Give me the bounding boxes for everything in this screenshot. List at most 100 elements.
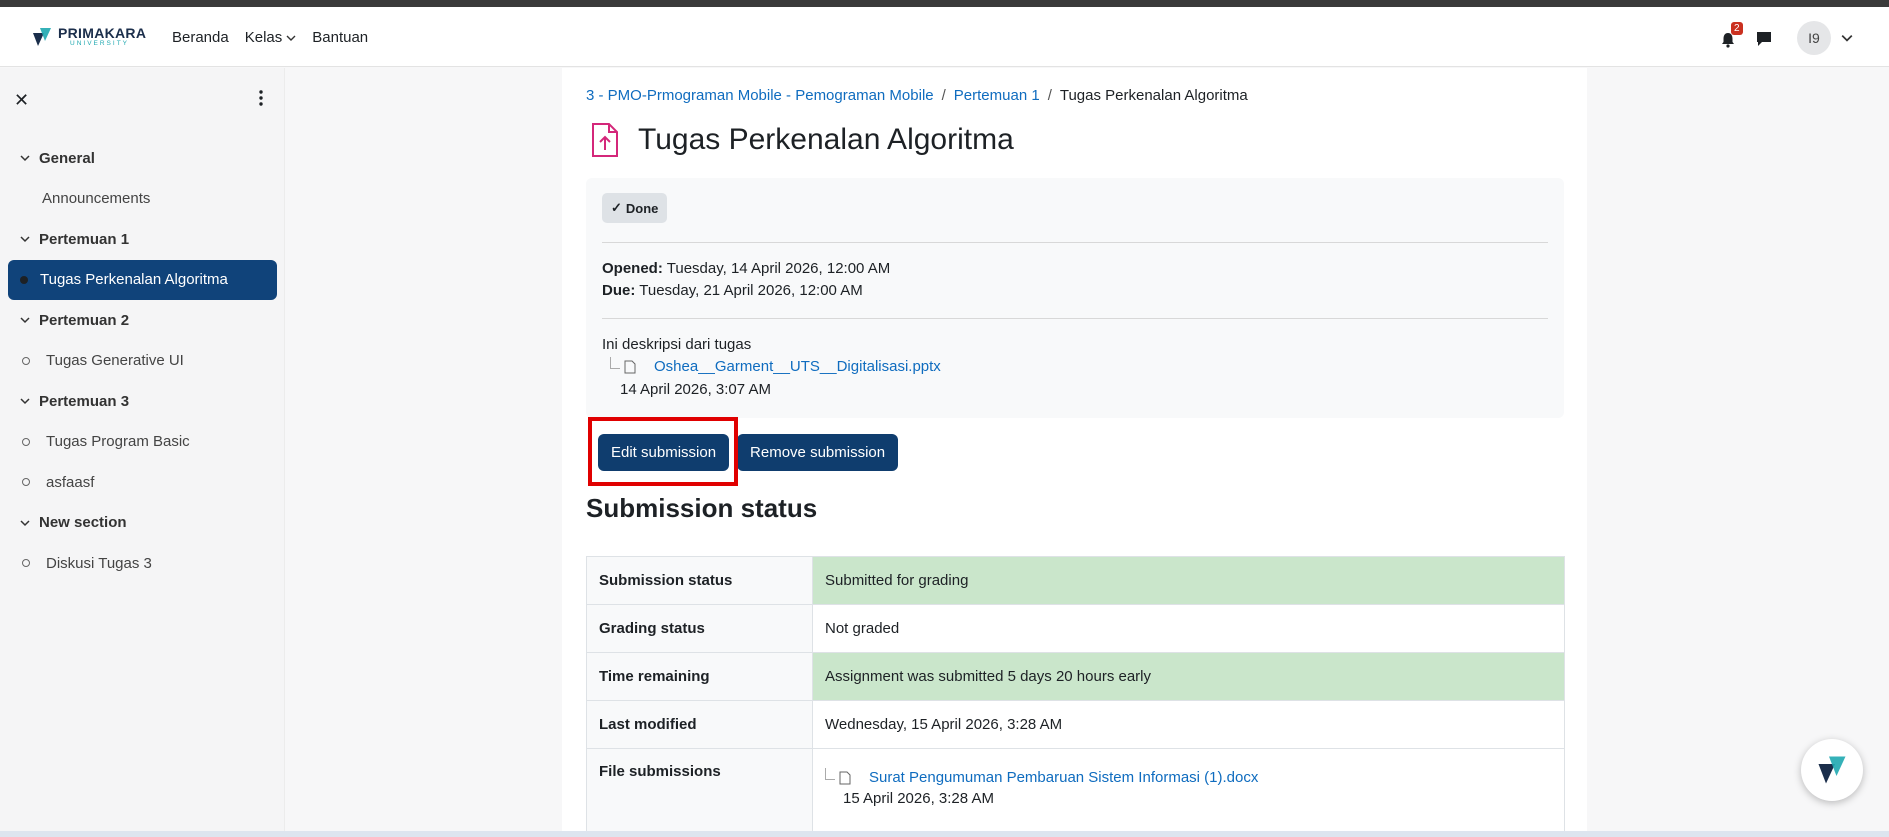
attachment-date: 14 April 2026, 3:07 AM [620, 381, 771, 398]
notification-badge: 2 [1731, 22, 1743, 35]
primakara-logo-icon [1818, 756, 1846, 784]
course-item-tugas-generative-ui[interactable]: Tugas Generative UI [0, 341, 285, 382]
section-title: New section [39, 514, 127, 532]
nav-home[interactable]: Beranda [172, 29, 229, 46]
course-item-tugas-perkenalan-algoritma[interactable]: Tugas Perkenalan Algoritma [8, 259, 277, 300]
divider [602, 318, 1548, 319]
completion-dot-icon [20, 275, 28, 284]
chevron-down-icon[interactable] [20, 234, 30, 244]
opened-label: Opened: [602, 260, 663, 277]
section-pertemuan-2[interactable]: Pertemuan 2 [0, 300, 285, 341]
check-icon: ✓ [611, 200, 622, 215]
navbar: PRIMAKARA UNIVERSITY Beranda Kelas Bantu… [0, 7, 1889, 67]
item-label: Tugas Perkenalan Algoritma [40, 271, 228, 289]
table-row: Last modified Wednesday, 15 April 2026, … [586, 700, 1565, 749]
course-item-tugas-program-basic[interactable]: Tugas Program Basic [0, 422, 285, 463]
due-label: Due: [602, 282, 636, 299]
logo-name: PRIMAKARA [58, 25, 147, 42]
completion-label: Done [625, 200, 659, 216]
chevron-down-icon[interactable] [20, 518, 30, 528]
tree-connector [610, 356, 620, 369]
nav-classes-label: Kelas [244, 29, 283, 46]
notifications-button[interactable]: 2 [1719, 22, 1743, 49]
chevron-down-icon [286, 35, 296, 41]
submitted-file-link[interactable]: Surat Pengumuman Pembaruan Sistem Inform… [869, 769, 1258, 786]
row-value: Assignment was submitted 5 days 20 hours… [812, 652, 1565, 701]
table-row: Time remaining Assignment was submitted … [586, 652, 1565, 701]
divider [602, 242, 1548, 243]
course-index-drawer: ✕ General Announcements Pertemuan 1 Tuga… [0, 68, 285, 837]
breadcrumb-section-link[interactable]: Pertemuan 1 [954, 87, 1040, 104]
logo-sub: UNIVERSITY [70, 40, 130, 48]
row-value: Wednesday, 15 April 2026, 3:28 AM [812, 700, 1565, 749]
course-item-diskusi-tugas-3[interactable]: Diskusi Tugas 3 [0, 543, 285, 584]
submitted-file-date: 15 April 2026, 3:28 AM [843, 790, 994, 807]
table-row: File submissions Surat Pengumuman Pembar… [586, 748, 1565, 837]
incomplete-circle-icon [22, 559, 30, 568]
top-strip [0, 0, 1889, 7]
activity-info: ✓ Done Opened: Tuesday, 14 April 2026, 1… [586, 178, 1564, 418]
section-new-section[interactable]: New section [0, 503, 285, 544]
chevron-down-icon[interactable] [20, 315, 30, 325]
close-drawer-button[interactable]: ✕ [14, 90, 29, 111]
chevron-down-icon[interactable] [20, 396, 30, 406]
section-title: General [39, 149, 95, 167]
page-bottom-edge [0, 831, 1889, 837]
assignment-upload-icon [592, 123, 618, 157]
course-index: General Announcements Pertemuan 1 Tugas … [0, 138, 285, 584]
incomplete-circle-icon [22, 356, 30, 365]
row-value: Submitted for grading [812, 556, 1565, 605]
section-title: Pertemuan 3 [39, 392, 130, 410]
section-general[interactable]: General [0, 138, 285, 179]
breadcrumb-course-link[interactable]: 3 - PMO-Prmograman Mobile - Pemograman M… [586, 87, 934, 104]
attachment-link[interactable]: Oshea__Garment__UTS__Digitalisasi.pptx [654, 358, 941, 375]
section-pertemuan-3[interactable]: Pertemuan 3 [0, 381, 285, 422]
attachment-file: Oshea__Garment__UTS__Digitalisasi.pptx [610, 356, 941, 375]
row-label: Submission status [586, 556, 813, 605]
row-value: Surat Pengumuman Pembaruan Sistem Inform… [812, 748, 1565, 837]
primakara-logo-icon [33, 28, 51, 46]
activity-dates: Opened: Tuesday, 14 April 2026, 12:00 AM… [602, 258, 890, 302]
chat-assistant-button[interactable] [1801, 739, 1863, 801]
page-title: Tugas Perkenalan Algoritma [638, 123, 1014, 156]
breadcrumb-separator: / [941, 87, 946, 104]
row-label: Time remaining [586, 652, 813, 701]
item-label: Tugas Program Basic [46, 433, 190, 451]
course-item-asfaasf[interactable]: asfaasf [0, 462, 285, 503]
remove-submission-button[interactable]: Remove submission [737, 434, 899, 471]
messages-button[interactable] [1755, 27, 1777, 49]
breadcrumb: 3 - PMO-Prmograman Mobile - Pemograman M… [586, 87, 1248, 104]
chevron-down-icon[interactable] [20, 153, 30, 163]
item-label: Tugas Generative UI [46, 352, 184, 370]
row-value: Not graded [812, 604, 1565, 653]
row-label: File submissions [586, 748, 813, 837]
file-icon [624, 360, 636, 373]
item-label: asfaasf [46, 473, 95, 491]
assignment-description: Ini deskripsi dari tugas [602, 336, 752, 353]
table-row: Submission status Submitted for grading [586, 556, 1565, 605]
due-value: Tuesday, 21 April 2026, 12:00 AM [639, 282, 863, 299]
user-avatar[interactable]: I9 [1797, 21, 1831, 55]
row-label: Last modified [586, 700, 813, 749]
row-label: Grading status [586, 604, 813, 653]
submission-status-heading: Submission status [586, 493, 818, 523]
nav-classes[interactable]: Kelas [245, 29, 297, 46]
kebab-menu-icon[interactable] [256, 88, 266, 108]
submission-status-table: Submission status Submitted for grading … [586, 556, 1565, 837]
submitted-file: Surat Pengumuman Pembaruan Sistem Inform… [825, 767, 1552, 786]
highlight-box [588, 417, 738, 486]
section-title: Pertemuan 1 [39, 230, 130, 248]
breadcrumb-current: Tugas Perkenalan Algoritma [1059, 87, 1248, 104]
incomplete-circle-icon [22, 437, 30, 446]
opened-value: Tuesday, 14 April 2026, 12:00 AM [666, 260, 891, 277]
user-menu-chevron-icon[interactable] [1841, 32, 1853, 44]
nav-help[interactable]: Bantuan [312, 29, 368, 46]
item-label: Announcements [42, 190, 151, 208]
course-item-announcements[interactable]: Announcements [0, 179, 285, 220]
section-pertemuan-1[interactable]: Pertemuan 1 [0, 219, 285, 260]
tree-connector [825, 767, 835, 780]
completion-status-badge: ✓ Done [602, 193, 668, 223]
section-title: Pertemuan 2 [39, 311, 130, 329]
primakara-logo[interactable]: PRIMAKARA UNIVERSITY [30, 25, 146, 49]
main-content: 3 - PMO-Prmograman Mobile - Pemograman M… [562, 68, 1587, 837]
